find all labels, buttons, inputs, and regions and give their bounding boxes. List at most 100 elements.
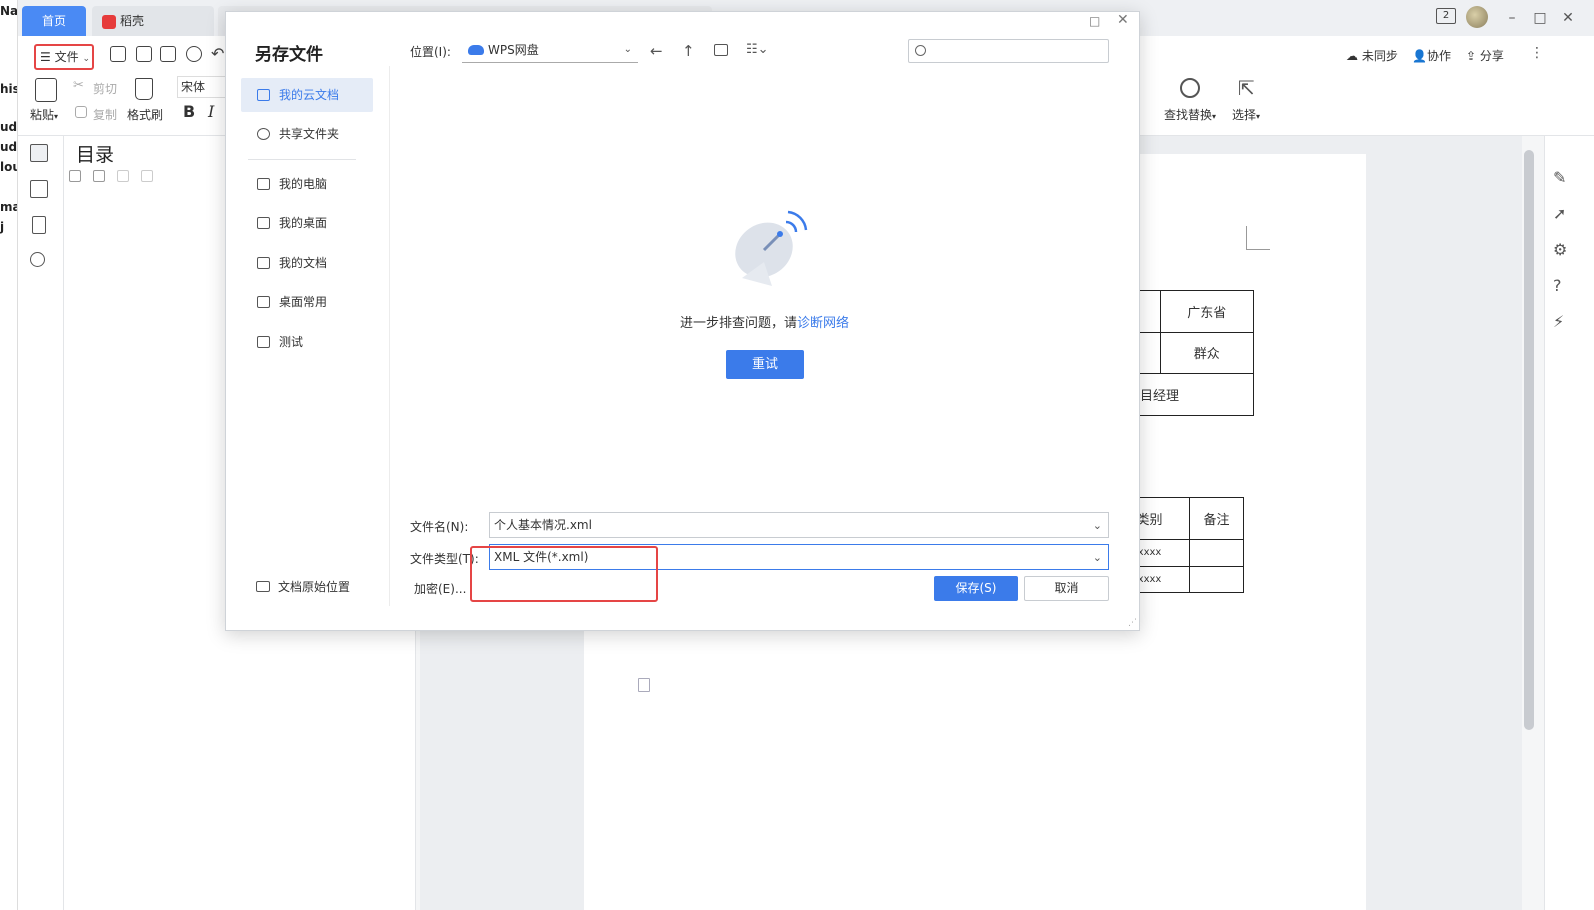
cut-label[interactable]: 剪切 <box>93 80 117 97</box>
cut-icon: ✂ <box>73 78 84 93</box>
remove-level-icon[interactable] <box>141 170 153 182</box>
sidebar-item-my-desktop[interactable]: 我的桌面 <box>241 206 373 240</box>
copy-label[interactable]: 复制 <box>93 106 117 123</box>
new-folder-icon[interactable] <box>714 44 728 56</box>
help-icon[interactable]: ? <box>1553 276 1562 295</box>
pointer-icon[interactable]: ➚ <box>1553 204 1566 223</box>
cancel-button[interactable]: 取消 <box>1024 576 1109 601</box>
view-list-icon[interactable]: ☷⌄ <box>746 42 769 57</box>
window-count-badge[interactable]: 2 <box>1436 8 1456 24</box>
close-icon[interactable]: ✕ <box>1558 8 1578 28</box>
desktop-text: lou <box>0 160 17 174</box>
collaborate-button[interactable]: 👤协作 <box>1412 47 1451 64</box>
minimize-icon[interactable]: – <box>1502 8 1522 28</box>
avatar[interactable] <box>1466 6 1488 28</box>
sidebar-item-my-computer[interactable]: 我的电脑 <box>241 167 373 201</box>
table-cell[interactable]: 群众 <box>1159 331 1254 375</box>
encrypt-link[interactable]: 加密(E)... <box>414 580 466 597</box>
satellite-dish-icon <box>735 210 808 286</box>
cursor-select-icon[interactable]: ⇱ <box>1238 76 1255 100</box>
network-hint: 进一步排查问题，请诊断网络 <box>680 312 849 331</box>
export-icon[interactable] <box>136 46 152 62</box>
navigation-icon[interactable] <box>30 180 48 198</box>
desktop-left-strip: Na his ud- ud- lou mai j <box>0 0 18 910</box>
search-input[interactable] <box>908 39 1109 63</box>
diagnose-network-link[interactable]: 诊断网络 <box>797 316 849 331</box>
original-location-link[interactable]: 文档原始位置 <box>256 578 350 595</box>
location-label: 位置(I): <box>410 45 451 59</box>
collapse-up-icon[interactable] <box>93 170 105 182</box>
bold-button[interactable]: B <box>183 102 195 121</box>
sidebar-item-test[interactable]: 测试 <box>241 325 373 359</box>
dialog-title: 另存文件 <box>255 45 323 65</box>
sidebar-item-desktop-frequent[interactable]: 桌面常用 <box>241 285 373 319</box>
search-icon[interactable] <box>30 252 45 267</box>
paste-label[interactable]: 粘贴▾ <box>30 106 58 123</box>
table-cell[interactable]: 广东省 <box>1159 290 1254 333</box>
resize-grip-icon[interactable]: ⋰ <box>1128 618 1137 628</box>
bookmark-icon[interactable] <box>32 216 46 234</box>
retry-button[interactable]: 重试 <box>726 350 804 379</box>
format-painter-icon[interactable] <box>135 78 153 100</box>
chevron-down-icon[interactable]: ⌄ <box>1093 514 1102 538</box>
search-icon <box>915 45 926 56</box>
select-label[interactable]: 选择▾ <box>1232 106 1260 123</box>
page-corner-mark <box>1246 226 1270 250</box>
italic-button[interactable]: I <box>208 102 214 121</box>
back-arrow-icon[interactable]: ← <box>650 42 663 60</box>
computer-icon <box>257 178 270 190</box>
unsynced-button[interactable]: ☁ 未同步 <box>1346 47 1398 64</box>
print-preview-icon[interactable] <box>186 46 202 62</box>
print-icon[interactable] <box>160 46 176 62</box>
close-icon[interactable]: ✕ <box>1117 12 1129 28</box>
tab-daoke-label: 稻壳 <box>120 14 145 28</box>
file-menu-label: 文件 <box>54 50 79 64</box>
search-icon[interactable] <box>1180 78 1200 98</box>
font-name-select[interactable]: 宋体 <box>177 76 227 98</box>
sliders-icon[interactable]: ⚙ <box>1553 240 1567 259</box>
filename-input[interactable]: 个人基本情况.xml ⌄ <box>489 512 1109 538</box>
more-icon[interactable]: ⋮ <box>1530 45 1544 61</box>
chevron-down-icon: ⌄ <box>623 44 632 55</box>
sidebar-divider <box>248 159 356 160</box>
save-button[interactable]: 保存(S) <box>934 576 1018 601</box>
folder-icon <box>257 257 270 269</box>
folder-icon <box>256 581 270 592</box>
share-button[interactable]: ⇪ 分享 <box>1466 47 1504 64</box>
sidebar-item-label: 我的电脑 <box>279 177 328 191</box>
vertical-scrollbar[interactable] <box>1524 150 1534 730</box>
menu-icon: ☰ <box>40 50 51 64</box>
undo-icon[interactable]: ↶ <box>211 44 224 63</box>
find-replace-label[interactable]: 查找替换▾ <box>1164 106 1216 123</box>
tab-home[interactable]: 首页 <box>22 6 86 36</box>
desktop-text: mai <box>0 200 17 214</box>
maximize-icon[interactable]: □ <box>1089 14 1100 28</box>
location-select[interactable]: WPS网盘 ⌄ <box>462 38 638 63</box>
save-icon[interactable] <box>110 46 126 62</box>
user-icon: 👤 <box>1412 49 1427 63</box>
ai-icon[interactable]: ⚡ <box>1553 312 1564 331</box>
tab-daoke[interactable]: 稻壳 <box>92 6 214 36</box>
sidebar-item-shared-folder[interactable]: 共享文件夹 <box>241 117 373 151</box>
maximize-icon[interactable]: □ <box>1530 8 1550 28</box>
sidebar-item-my-documents[interactable]: 我的文档 <box>241 246 373 280</box>
table-cell[interactable] <box>1189 565 1244 593</box>
table-cell[interactable]: 备注 <box>1189 497 1244 540</box>
table-cell[interactable] <box>1189 539 1244 567</box>
pen-icon[interactable]: ✎ <box>1553 168 1566 187</box>
sidebar-item-label: 桌面常用 <box>279 295 328 309</box>
chevron-down-icon: ⌄ <box>82 54 90 64</box>
paragraph-options-icon[interactable] <box>638 678 650 692</box>
collapse-down-icon[interactable] <box>69 170 81 182</box>
add-level-icon[interactable] <box>117 170 129 182</box>
sidebar-item-cloud-docs[interactable]: 我的云文档 <box>241 78 373 112</box>
wps-cloud-icon <box>468 45 484 55</box>
file-menu-button[interactable]: ☰ 文件 ⌄ <box>34 44 94 70</box>
sidebar-item-label: 测试 <box>279 335 304 349</box>
up-arrow-icon[interactable]: ↑ <box>682 42 695 60</box>
paste-icon[interactable] <box>35 78 57 102</box>
format-painter-label[interactable]: 格式刷 <box>127 106 163 123</box>
desktop-text: his <box>0 82 18 96</box>
chevron-down-icon[interactable]: ⌄ <box>1093 546 1102 570</box>
toc-icon[interactable] <box>30 144 48 162</box>
